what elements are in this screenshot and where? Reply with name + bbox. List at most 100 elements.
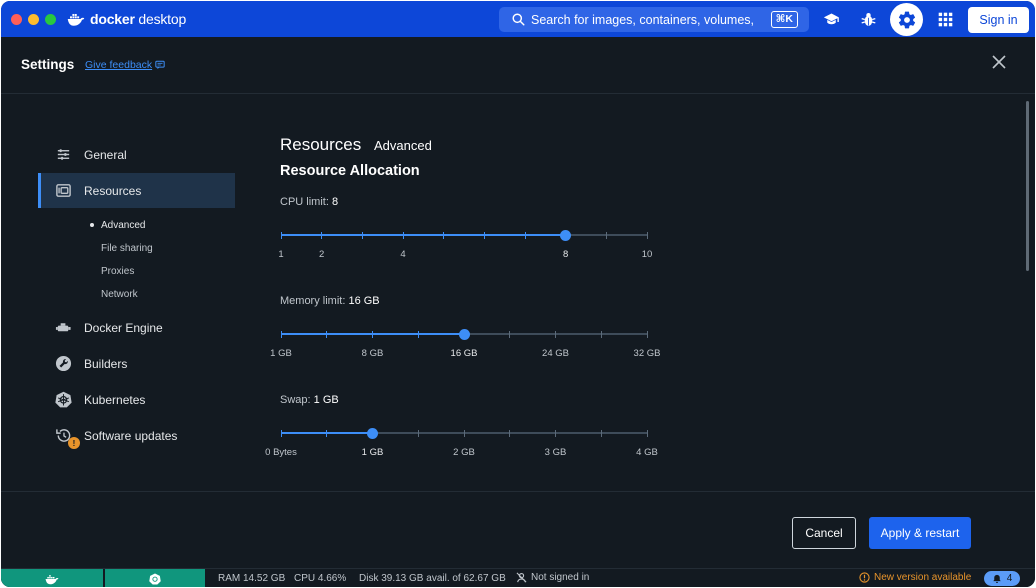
new-version-link[interactable]: New version available (859, 572, 971, 583)
docker-desktop-window: docker desktop Search for images, contai… (1, 1, 1035, 587)
sidebar-item-software-updates[interactable]: Software updates (38, 418, 235, 453)
sidebar-item-label: Docker Engine (84, 320, 163, 335)
sidebar-item-label: Resources (84, 183, 142, 198)
memory-slider-tick (646, 330, 648, 338)
cpu-slider-tick-label: 8 (563, 249, 569, 260)
swap-slider-tick (326, 429, 328, 437)
maximize-window-button[interactable] (45, 14, 56, 25)
resources-heading: Resources (280, 135, 362, 154)
memory-slider-tick-label: 8 GB (361, 348, 384, 359)
close-settings-button[interactable] (989, 52, 1009, 72)
footer-divider (1, 491, 1035, 492)
swap-slider-tick (600, 429, 602, 437)
resources-icon (54, 181, 73, 200)
global-search-bar[interactable]: Search for images, containers, volumes, … (499, 7, 809, 32)
sidebar-item-general[interactable]: General (38, 137, 235, 172)
close-icon (992, 55, 1006, 69)
troubleshoot-button[interactable] (856, 7, 880, 31)
active-subitem-dot (90, 223, 94, 227)
engine-icon (54, 318, 73, 337)
minimize-window-button[interactable] (28, 14, 39, 25)
swap-slider-tick (555, 429, 556, 437)
memory-slider-tick (326, 330, 328, 338)
cpu-slider-fill (281, 234, 566, 236)
page-title: Settings (21, 57, 75, 72)
settings-button[interactable] (890, 3, 923, 36)
cpu-slider-tick-label: 4 (400, 249, 406, 260)
swap-slider-tick-label: 2 GB (453, 447, 475, 458)
cpu-slider-tick-label: 10 (641, 249, 653, 260)
learning-center-button[interactable] (819, 7, 843, 31)
wrench-icon (54, 354, 73, 373)
search-icon (512, 13, 525, 26)
cpu-limit-value: 8 (331, 196, 339, 208)
kubernetes-status-indicator[interactable] (105, 569, 205, 587)
cpu-slider-tick (646, 231, 648, 239)
memory-slider-tick-label: 24 GB (542, 348, 569, 359)
graduation-cap-icon (823, 13, 839, 24)
cpu-slider-tick (402, 231, 404, 239)
sign-in-status[interactable]: Not signed in (516, 572, 589, 583)
swap-slider-tick-label: 0 Bytes (265, 447, 297, 458)
cpu-usage: CPU 4.66% (294, 573, 347, 584)
info-circle-icon (859, 572, 870, 583)
swap-text: Swap: (280, 394, 311, 406)
memory-slider-tick (372, 330, 373, 338)
swap-slider-tick-label: 1 GB (361, 447, 384, 458)
notification-count: 4 (1006, 573, 1013, 584)
sidebar-item-kubernetes[interactable]: Kubernetes (38, 382, 235, 417)
memory-slider-thumb[interactable] (458, 328, 470, 340)
cpu-slider-tick (321, 231, 323, 239)
search-shortcut: ⌘K (770, 11, 798, 28)
swap-slider-tick-label: 4 GB (636, 447, 658, 458)
settings-scrollbar[interactable] (1026, 101, 1029, 271)
memory-slider-tick-label: 1 GB (270, 348, 292, 359)
memory-limit-value: 16 GB (348, 295, 380, 307)
swap-slider-tick (509, 429, 511, 437)
tab-advanced[interactable]: Advanced (374, 138, 432, 153)
sidebar-item-builders[interactable]: Builders (38, 346, 235, 381)
memory-slider-tick (555, 330, 556, 338)
cancel-button[interactable]: Cancel (792, 517, 856, 549)
cpu-slider-tick-label: 1 (278, 249, 284, 260)
close-window-button[interactable] (11, 14, 22, 25)
memory-slider-tick (600, 330, 602, 338)
apply-restart-button[interactable]: Apply & restart (869, 517, 971, 549)
subitem-file-sharing[interactable]: File sharing (101, 243, 153, 254)
cpu-slider-tick (524, 231, 526, 239)
memory-slider-tick (509, 330, 511, 338)
subitem-proxies[interactable]: Proxies (101, 266, 134, 277)
docker-whale-icon (67, 13, 85, 26)
cpu-slider-thumb[interactable] (560, 229, 572, 241)
sliders-icon (54, 145, 73, 164)
grid-icon (938, 12, 952, 26)
sidebar-item-label: Kubernetes (84, 392, 146, 407)
memory-limit-text: Memory limit: (280, 295, 346, 307)
swap-slider-thumb[interactable] (367, 427, 378, 439)
sidebar-item-label: General (84, 147, 127, 162)
give-feedback-link[interactable]: Give feedback (85, 59, 165, 71)
engine-status-indicator[interactable] (1, 569, 103, 587)
ram-usage: RAM 14.52 GB (218, 573, 286, 584)
feedback-icon (155, 60, 165, 70)
extensions-grid-button[interactable] (933, 7, 957, 31)
memory-slider-tick (280, 330, 282, 338)
subitem-advanced[interactable]: Advanced (101, 220, 145, 231)
disk-usage: Disk 39.13 GB avail. of 62.67 GB (359, 573, 506, 584)
memory-slider-tick-label: 16 GB (450, 348, 478, 359)
subitem-network[interactable]: Network (101, 289, 138, 300)
cpu-slider-tick (483, 231, 485, 239)
title-bar: docker desktop Search for images, contai… (1, 1, 1035, 37)
new-version-text: New version available (874, 572, 972, 583)
kubernetes-icon (149, 573, 161, 585)
resource-allocation-heading: Resource Allocation (280, 163, 420, 179)
gear-icon (898, 11, 915, 28)
bug-icon (861, 12, 875, 26)
kubernetes-icon (54, 390, 73, 409)
sidebar-item-docker-engine[interactable]: Docker Engine (38, 310, 235, 345)
notifications-button[interactable]: 4 (984, 571, 1020, 586)
sign-in-button[interactable]: Sign in (968, 7, 1029, 33)
sidebar-item-resources[interactable]: Resources (38, 173, 235, 208)
brand-logo: docker desktop (67, 10, 186, 28)
swap-slider-tick-label: 3 GB (544, 447, 567, 458)
